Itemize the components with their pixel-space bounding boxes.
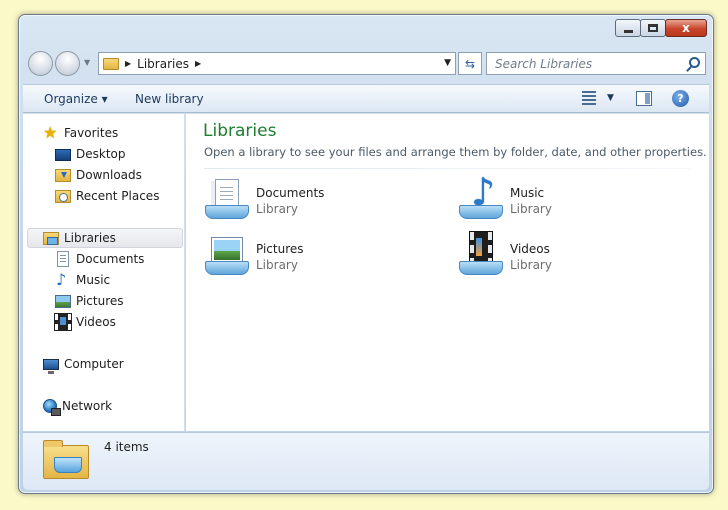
pictures-library-icon <box>203 232 251 280</box>
header-divider <box>204 168 690 169</box>
close-icon: x <box>682 21 690 35</box>
star-icon: ★ <box>43 123 58 142</box>
page-title: Libraries <box>203 121 277 141</box>
refresh-button[interactable]: ⇆ <box>458 52 482 75</box>
nav-computer[interactable]: Computer <box>43 354 124 374</box>
details-pane: 4 items <box>23 432 709 490</box>
nav-label: Videos <box>76 315 116 329</box>
minimize-icon <box>623 29 633 33</box>
music-icon <box>55 270 71 289</box>
maximize-icon <box>648 24 658 32</box>
nav-label: Downloads <box>76 168 142 182</box>
address-dropdown-icon[interactable]: ▼ <box>444 58 451 68</box>
music-library-icon: ♪ <box>457 170 505 224</box>
library-item-music[interactable]: ♪ Music Library <box>457 170 697 224</box>
library-item-pictures[interactable]: Pictures Library <box>203 232 443 280</box>
documents-icon <box>57 251 69 267</box>
close-button[interactable]: x <box>665 19 707 37</box>
nav-item-recent-places[interactable]: Recent Places <box>55 186 159 206</box>
nav-label: Desktop <box>76 147 126 161</box>
downloads-folder-icon <box>55 168 71 182</box>
network-icon <box>43 399 61 416</box>
view-options-dropdown-icon[interactable]: ▼ <box>607 93 614 103</box>
nav-item-downloads[interactable]: Downloads <box>55 165 142 185</box>
help-icon[interactable]: ? <box>672 90 689 107</box>
computer-icon <box>43 359 59 374</box>
library-item-documents[interactable]: Documents Library <box>203 176 443 224</box>
videos-library-icon <box>457 231 505 280</box>
search-box[interactable] <box>486 52 706 75</box>
documents-library-icon <box>203 176 251 224</box>
maximize-button[interactable] <box>640 19 666 37</box>
nav-label: Network <box>62 399 113 413</box>
search-icon[interactable] <box>689 57 700 68</box>
nav-label: Music <box>76 273 111 287</box>
nav-label: Favorites <box>64 126 119 140</box>
library-type: Library <box>256 202 298 216</box>
libraries-large-icon <box>43 437 89 481</box>
nav-favorites[interactable]: ★ Favorites <box>43 123 118 143</box>
page-subtitle: Open a library to see your files and arr… <box>204 145 707 159</box>
back-button[interactable] <box>28 51 53 76</box>
library-type: Library <box>510 258 552 272</box>
videos-icon <box>54 313 72 331</box>
nav-libraries[interactable]: Libraries <box>27 228 183 248</box>
nav-label: Libraries <box>64 231 116 245</box>
recent-pages-dropdown-icon[interactable]: ▼ <box>84 58 90 67</box>
nav-label: Documents <box>76 252 145 266</box>
library-item-videos[interactable]: Videos Library <box>457 231 697 280</box>
nav-item-documents[interactable]: Documents <box>55 249 144 269</box>
refresh-icon: ⇆ <box>464 56 476 71</box>
desktop-icon <box>55 149 71 161</box>
libraries-folder-icon <box>103 57 119 70</box>
content-area: Libraries Open a library to see your fil… <box>186 114 709 431</box>
nav-label: Computer <box>64 357 124 371</box>
library-name: Pictures <box>256 242 304 256</box>
search-input[interactable] <box>487 56 677 71</box>
command-bar: Organize ▾ New library ▼ ? <box>23 84 709 113</box>
library-name: Music <box>510 186 545 200</box>
minimize-button[interactable] <box>615 19 641 37</box>
breadcrumb-libraries[interactable]: Libraries <box>137 57 189 71</box>
nav-item-videos[interactable]: Videos <box>54 312 116 332</box>
breadcrumb-arrow-icon[interactable]: ▶ <box>195 59 201 68</box>
library-type: Library <box>510 202 552 216</box>
nav-item-desktop[interactable]: Desktop <box>55 144 126 164</box>
new-library-button[interactable]: New library <box>135 92 204 106</box>
change-view-icon[interactable] <box>582 91 598 106</box>
nav-item-music[interactable]: Music <box>55 270 110 290</box>
library-type: Library <box>256 258 298 272</box>
navigation-pane: ★ Favorites Desktop Downloads Recent Pla… <box>23 114 185 431</box>
forward-button[interactable] <box>55 51 80 76</box>
library-name: Videos <box>510 242 550 256</box>
pictures-icon <box>55 294 71 308</box>
nav-label: Recent Places <box>76 189 160 203</box>
item-count: 4 items <box>104 440 149 454</box>
libraries-icon <box>43 231 59 245</box>
address-bar[interactable]: ▶ Libraries ▶ ▼ <box>98 52 456 75</box>
recent-places-icon <box>55 189 71 203</box>
preview-pane-icon[interactable] <box>636 91 652 106</box>
caption-buttons: x <box>615 19 707 37</box>
nav-item-pictures[interactable]: Pictures <box>55 291 124 311</box>
organize-button[interactable]: Organize ▾ <box>44 92 108 106</box>
breadcrumb-arrow-icon[interactable]: ▶ <box>125 59 131 68</box>
nav-network[interactable]: Network <box>43 396 112 416</box>
address-row: ▼ ▶ Libraries ▶ ▼ ⇆ <box>26 50 706 78</box>
nav-label: Pictures <box>76 294 124 308</box>
library-name: Documents <box>256 186 325 200</box>
